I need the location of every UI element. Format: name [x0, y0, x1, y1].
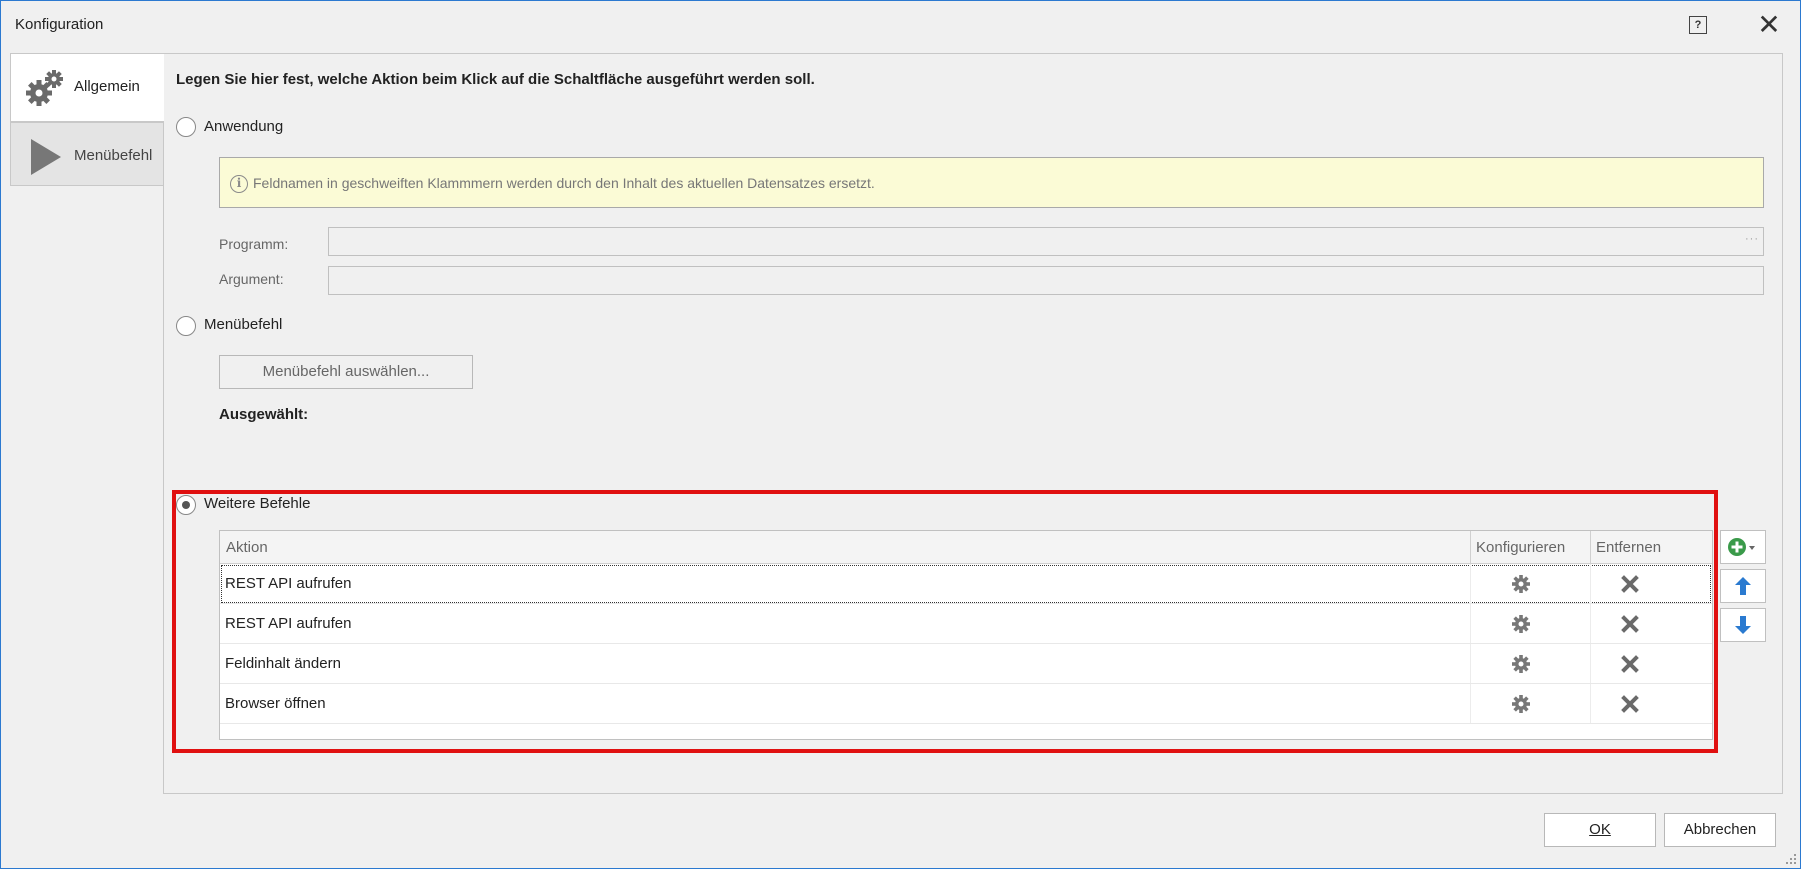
help-icon[interactable]: ? — [1689, 16, 1707, 34]
window-title: Konfiguration — [15, 16, 104, 33]
column-divider — [1590, 564, 1591, 603]
configure-gear-icon[interactable] — [1510, 613, 1532, 635]
remove-x-icon[interactable] — [1619, 653, 1641, 675]
program-field[interactable]: ··· — [328, 227, 1764, 256]
row-action: REST API aufrufen — [225, 615, 352, 632]
config-dialog: Konfiguration ? ✕ Allgemein Menübefehl L… — [0, 0, 1801, 869]
select-menu-command-button[interactable]: Menübefehl auswählen... — [219, 355, 473, 389]
table-row[interactable]: REST API aufrufen — [220, 604, 1712, 644]
column-konfigurieren[interactable]: Konfigurieren — [1476, 539, 1565, 556]
remove-x-icon[interactable] — [1619, 693, 1641, 715]
close-icon[interactable]: ✕ — [1754, 10, 1784, 40]
row-action: REST API aufrufen — [225, 575, 352, 592]
arrow-down-icon — [1735, 616, 1751, 634]
arrow-up-icon — [1735, 577, 1751, 595]
column-divider — [1590, 644, 1591, 683]
remove-x-icon[interactable] — [1619, 613, 1641, 635]
ok-button[interactable]: OK — [1544, 813, 1656, 847]
remove-x-icon[interactable] — [1619, 573, 1641, 595]
tab-menubefehl[interactable]: Menübefehl — [10, 122, 164, 186]
title-bar: Konfiguration ? ✕ — [2, 2, 1799, 48]
column-divider — [1470, 644, 1471, 683]
move-up-button[interactable] — [1720, 569, 1766, 603]
table-row[interactable]: Feldinhalt ändern — [220, 644, 1712, 684]
resize-grip-icon[interactable] — [1783, 851, 1797, 865]
column-divider — [1470, 684, 1471, 723]
add-command-button[interactable] — [1720, 530, 1766, 564]
argument-label: Argument: — [219, 271, 284, 287]
info-box: i Feldnamen in geschweiften Klammmern we… — [219, 157, 1764, 208]
row-action: Browser öffnen — [225, 695, 326, 712]
cancel-button[interactable]: Abbrechen — [1664, 813, 1776, 847]
table-row[interactable]: Browser öffnen — [220, 684, 1712, 724]
column-divider — [1590, 531, 1591, 564]
ok-button-label: OK — [1589, 821, 1611, 838]
move-down-button[interactable] — [1720, 608, 1766, 642]
radio-weitere-befehle-label: Weitere Befehle — [204, 495, 311, 512]
info-icon: i — [230, 175, 248, 193]
selected-label: Ausgewählt: — [219, 406, 309, 423]
radio-menubefehl-label: Menübefehl — [204, 316, 283, 333]
configure-gear-icon[interactable] — [1510, 653, 1532, 675]
column-divider — [1470, 564, 1471, 603]
configure-gear-icon[interactable] — [1510, 693, 1532, 715]
column-entfernen[interactable]: Entfernen — [1596, 539, 1661, 556]
column-divider — [1590, 684, 1591, 723]
table-row[interactable]: REST API aufrufen — [220, 564, 1712, 604]
radio-anwendung-label: Anwendung — [204, 118, 284, 135]
gears-icon — [26, 70, 63, 106]
add-circle-icon — [1728, 538, 1755, 556]
argument-field[interactable] — [328, 266, 1764, 295]
column-aktion[interactable]: Aktion — [226, 539, 268, 556]
column-divider — [1590, 604, 1591, 643]
program-label: Programm: — [219, 236, 289, 252]
page-heading: Legen Sie hier fest, welche Aktion beim … — [176, 71, 815, 88]
configure-gear-icon[interactable] — [1510, 573, 1532, 595]
tab-allgemein-label: Allgemein — [74, 78, 140, 95]
radio-anwendung[interactable] — [176, 117, 196, 137]
play-icon — [31, 139, 61, 175]
column-divider — [1470, 604, 1471, 643]
info-text: Feldnamen in geschweiften Klammmern werd… — [253, 175, 875, 191]
column-divider — [1470, 531, 1471, 564]
grid-header: Aktion Konfigurieren Entfernen — [220, 531, 1712, 564]
row-action: Feldinhalt ändern — [225, 655, 341, 672]
radio-menubefehl[interactable] — [176, 316, 196, 336]
tab-allgemein[interactable]: Allgemein — [10, 53, 164, 122]
radio-weitere-befehle[interactable] — [176, 495, 196, 515]
commands-grid: Aktion Konfigurieren Entfernen REST API … — [219, 530, 1713, 740]
main-panel: Legen Sie hier fest, welche Aktion beim … — [163, 53, 1783, 794]
browse-icon[interactable]: ··· — [1745, 233, 1759, 245]
tab-menubefehl-label: Menübefehl — [74, 147, 153, 164]
